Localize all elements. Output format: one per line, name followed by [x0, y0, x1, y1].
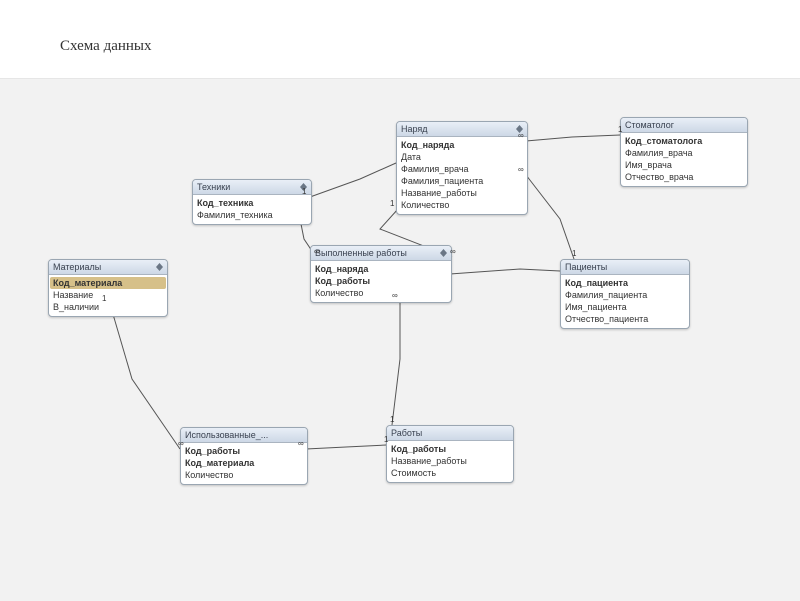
- relation-cardinality: ∞: [178, 439, 184, 448]
- relation-cardinality: ∞: [298, 439, 304, 448]
- field[interactable]: Код_материала: [185, 457, 303, 469]
- field[interactable]: Код_стоматолога: [625, 135, 743, 147]
- table-header[interactable]: Выполненные работы: [311, 246, 451, 261]
- table-works[interactable]: Работы Код_работыНазвание_работыСтоимость: [386, 425, 514, 483]
- field[interactable]: Код_материала: [50, 277, 166, 289]
- table-title: Стоматолог: [625, 119, 674, 131]
- table-title: Материалы: [53, 261, 101, 273]
- table-patients[interactable]: Пациенты Код_пациентаФамилия_пациентаИмя_…: [560, 259, 690, 329]
- field[interactable]: Код_работы: [391, 443, 509, 455]
- field[interactable]: Стоимость: [391, 467, 509, 479]
- table-title: Наряд: [401, 123, 428, 135]
- table-header[interactable]: Использованные_...: [181, 428, 307, 443]
- table-body: Код_работыНазвание_работыСтоимость: [387, 441, 513, 482]
- relation-cardinality: 1: [390, 199, 394, 208]
- relation-cardinality: 1: [102, 294, 106, 303]
- field[interactable]: Имя_пациента: [565, 301, 685, 313]
- table-title: Выполненные работы: [315, 247, 407, 259]
- table-header[interactable]: Стоматолог: [621, 118, 747, 133]
- table-body: Код_нарядаДатаФамилия_врачаФамилия_пацие…: [397, 137, 527, 214]
- table-header[interactable]: Материалы: [49, 260, 167, 275]
- field[interactable]: Код_пациента: [565, 277, 685, 289]
- relation-cardinality: 1: [618, 125, 622, 134]
- field[interactable]: Код_наряда: [315, 263, 447, 275]
- table-title: Пациенты: [565, 261, 607, 273]
- table-body: Код_работыКод_материалаКоличество: [181, 443, 307, 484]
- table-body: Код_пациентаФамилия_пациентаИмя_пациента…: [561, 275, 689, 328]
- table-tech[interactable]: Техники Код_техникаФамилия_техника: [192, 179, 312, 225]
- table-done[interactable]: Выполненные работы Код_нарядаКод_работыКо…: [310, 245, 452, 303]
- field[interactable]: Количество: [401, 199, 523, 211]
- field[interactable]: Дата: [401, 151, 523, 163]
- field[interactable]: Фамилия_техника: [197, 209, 307, 221]
- table-header[interactable]: Работы: [387, 426, 513, 441]
- relation-cardinality: ∞: [518, 131, 524, 140]
- field[interactable]: В_наличии: [53, 301, 163, 313]
- field[interactable]: Отчество_пациента: [565, 313, 685, 325]
- field[interactable]: Код_работы: [185, 445, 303, 457]
- field[interactable]: Количество: [185, 469, 303, 481]
- field[interactable]: Фамилия_врача: [401, 163, 523, 175]
- table-header[interactable]: Наряд: [397, 122, 527, 137]
- field[interactable]: Фамилия_врача: [625, 147, 743, 159]
- relation-cardinality: ∞: [314, 247, 320, 256]
- table-header[interactable]: Техники: [193, 180, 311, 195]
- scroll-arrows-icon[interactable]: [439, 249, 447, 257]
- field[interactable]: Название: [53, 289, 163, 301]
- field[interactable]: Код_наряда: [401, 139, 523, 151]
- field[interactable]: Фамилия_пациента: [565, 289, 685, 301]
- field[interactable]: Имя_врача: [625, 159, 743, 171]
- page-title: Схема данных: [60, 38, 152, 55]
- table-header[interactable]: Пациенты: [561, 260, 689, 275]
- relation-cardinality: 1: [384, 435, 388, 444]
- relation-cardinality: 1: [390, 415, 394, 424]
- table-title: Работы: [391, 427, 422, 439]
- schema-canvas[interactable]: МатериалыКод_материалаНазваниеВ_наличииТ…: [0, 78, 800, 601]
- field[interactable]: Количество: [315, 287, 447, 299]
- table-title: Техники: [197, 181, 230, 193]
- field[interactable]: Отчество_врача: [625, 171, 743, 183]
- table-materials[interactable]: Материалы Код_материалаНазваниеВ_наличии: [48, 259, 168, 317]
- field[interactable]: Название_работы: [401, 187, 523, 199]
- field[interactable]: Код_техника: [197, 197, 307, 209]
- table-body: Код_техникаФамилия_техника: [193, 195, 311, 224]
- relation-cardinality: 1: [572, 249, 576, 258]
- relation-cardinality: ∞: [392, 291, 398, 300]
- field[interactable]: Название_работы: [391, 455, 509, 467]
- table-dentist[interactable]: Стоматолог Код_стоматологаФамилия_врачаИм…: [620, 117, 748, 187]
- field[interactable]: Код_работы: [315, 275, 447, 287]
- table-body: Код_стоматологаФамилия_врачаИмя_врачаОтч…: [621, 133, 747, 186]
- table-order[interactable]: Наряд Код_нарядаДатаФамилия_врачаФамилия_…: [396, 121, 528, 215]
- relation-cardinality: ∞: [518, 165, 524, 174]
- relation-cardinality: ∞: [450, 247, 456, 256]
- table-used[interactable]: Использованные_... Код_работыКод_материал…: [180, 427, 308, 485]
- table-body: Код_материалаНазваниеВ_наличии: [49, 275, 167, 316]
- table-title: Использованные_...: [185, 429, 268, 441]
- field[interactable]: Фамилия_пациента: [401, 175, 523, 187]
- table-body: Код_нарядаКод_работыКоличество: [311, 261, 451, 302]
- scroll-arrows-icon[interactable]: [155, 263, 163, 271]
- relation-cardinality: 1: [302, 187, 306, 196]
